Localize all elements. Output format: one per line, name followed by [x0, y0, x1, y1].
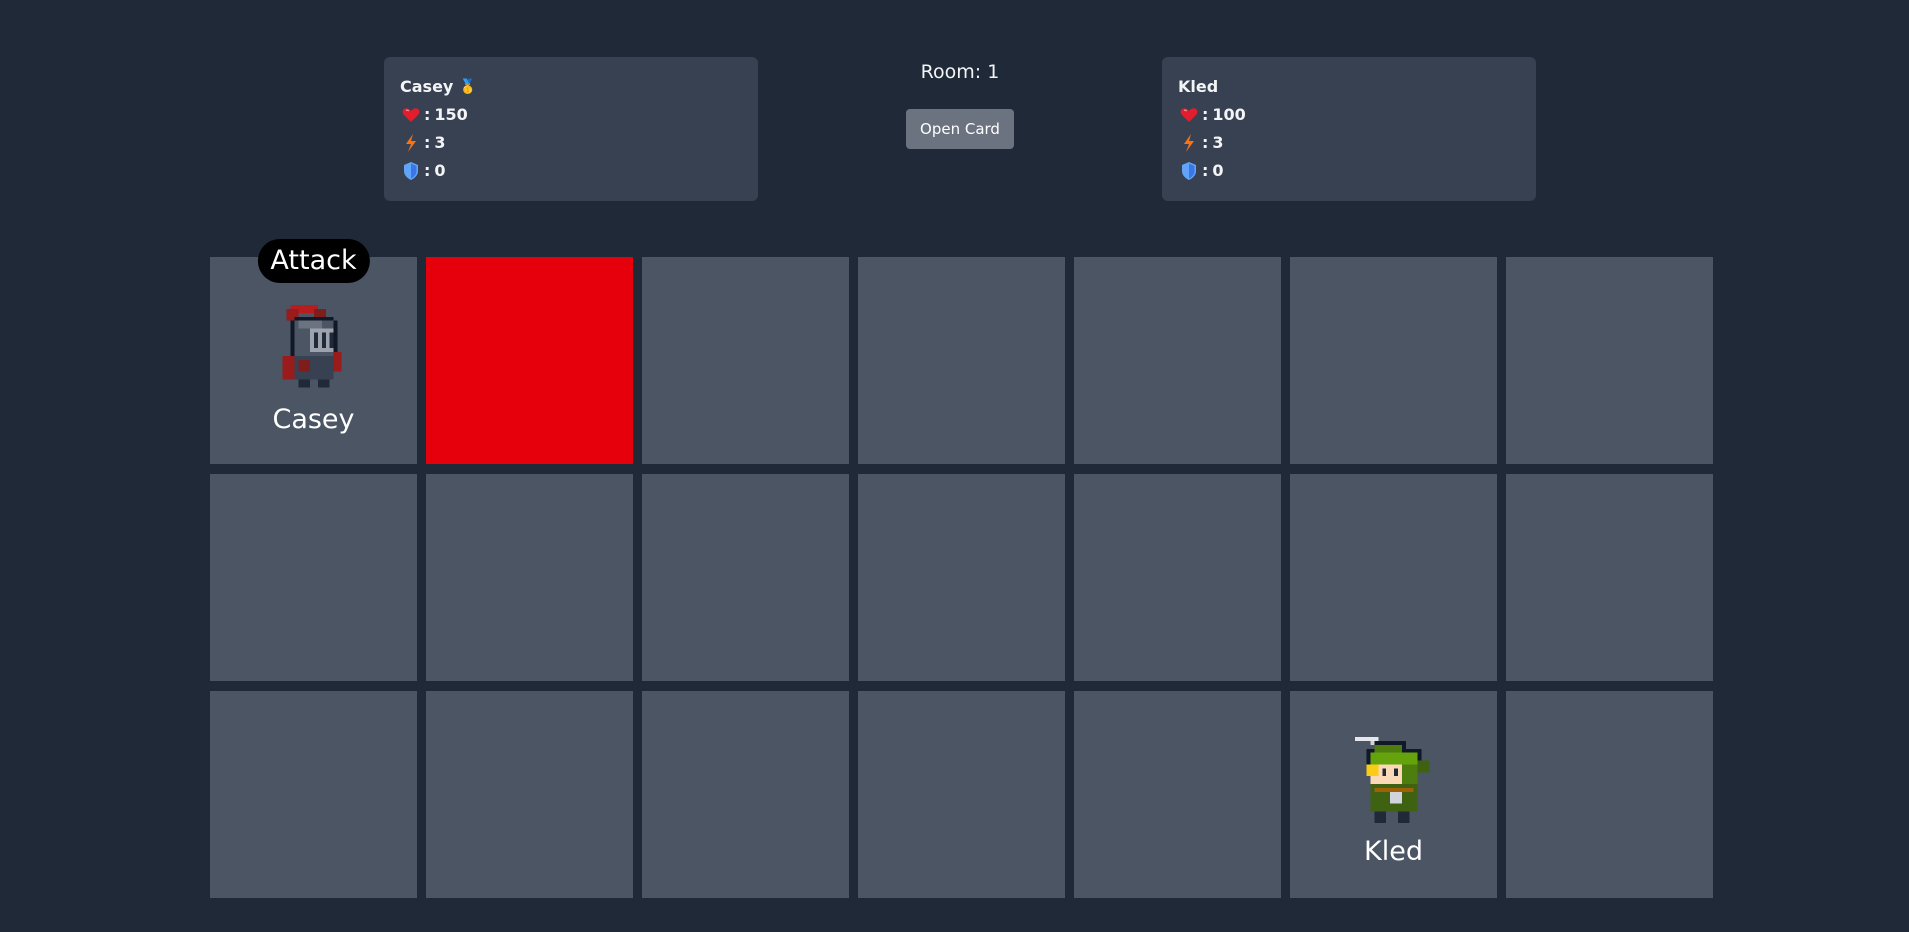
board-cell[interactable] — [642, 691, 849, 898]
board-cell[interactable] — [210, 474, 417, 681]
board-cell[interactable] — [1290, 474, 1497, 681]
lightning-icon — [400, 133, 422, 153]
elf-archer-sprite-icon — [1354, 737, 1429, 824]
board-cell[interactable] — [858, 691, 1065, 898]
board-cell[interactable] — [1074, 691, 1281, 898]
shield-value: 0 — [434, 161, 446, 180]
board-cell[interactable] — [210, 691, 417, 898]
shield-value: 0 — [1212, 161, 1224, 180]
board-cell[interactable] — [858, 257, 1065, 464]
energy-value: 3 — [1212, 133, 1224, 152]
player-card-kled: Kled : 100 : 3 : 0 — [1162, 57, 1536, 201]
energy-stat: : 3 — [1178, 133, 1520, 153]
energy-stat: : 3 — [400, 133, 742, 153]
shield-stat: : 0 — [1178, 161, 1520, 181]
board-cell[interactable] — [642, 257, 849, 464]
knight-sprite-icon — [282, 305, 341, 388]
lightning-icon — [1178, 133, 1200, 153]
heart-icon — [1178, 105, 1200, 125]
open-card-button[interactable]: Open Card — [906, 109, 1014, 149]
shield-icon — [400, 161, 422, 181]
game-board: Casey Attack Kled — [210, 239, 1713, 898]
board-cell[interactable] — [1074, 257, 1281, 464]
player-card-casey: Casey 🥇 : 150 : 3 : 0 — [384, 57, 758, 201]
board-cell[interactable] — [426, 474, 633, 681]
unit-kled[interactable]: Kled — [1290, 737, 1497, 869]
unit-name: Casey — [272, 404, 355, 435]
shield-stat: : 0 — [400, 161, 742, 181]
health-value: 150 — [434, 105, 468, 124]
board-cell-highlighted[interactable] — [426, 257, 633, 464]
health-stat: : 150 — [400, 105, 742, 125]
board-cell[interactable]: Kled — [1290, 691, 1497, 898]
heart-icon — [400, 105, 422, 125]
board-cell[interactable] — [858, 474, 1065, 681]
room-label: Room: 1 — [920, 61, 1000, 83]
game-stage: Casey 🥇 : 150 : 3 : 0 Room: 1 Open Card — [0, 0, 1909, 932]
board-cell[interactable] — [642, 474, 849, 681]
health-stat: : 100 — [1178, 105, 1520, 125]
unit-name: Kled — [1364, 836, 1423, 867]
board-cell[interactable] — [1074, 474, 1281, 681]
board-cell[interactable] — [426, 691, 633, 898]
player-name: Casey — [400, 77, 454, 96]
board-cell[interactable] — [1506, 257, 1713, 464]
attack-badge[interactable]: Attack — [257, 239, 370, 283]
player-name: Kled — [1178, 77, 1219, 96]
board-cell[interactable] — [1506, 474, 1713, 681]
shield-icon — [1178, 161, 1200, 181]
board-cell[interactable]: Casey Attack — [210, 239, 417, 464]
unit-casey[interactable]: Casey — [210, 305, 417, 437]
board-cell[interactable] — [1506, 691, 1713, 898]
gold-medal-icon: 🥇 — [459, 79, 477, 95]
energy-value: 3 — [434, 133, 446, 152]
health-value: 100 — [1212, 105, 1246, 124]
board-cell[interactable] — [1290, 257, 1497, 464]
